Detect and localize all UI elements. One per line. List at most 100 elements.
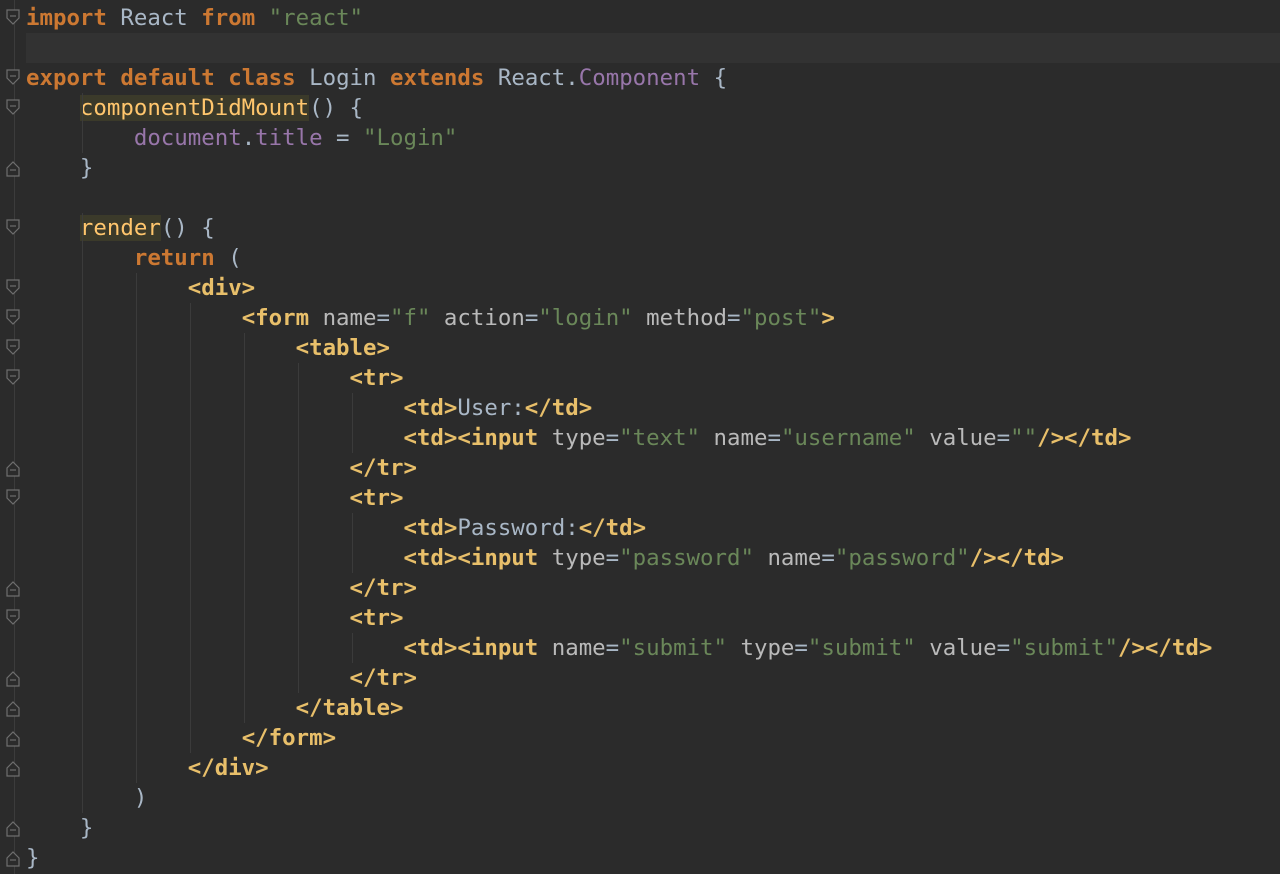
code-token: () {	[309, 95, 364, 121]
fold-end-icon[interactable]	[5, 158, 21, 178]
code-line[interactable]: <form name="f" action="login" method="po…	[26, 303, 1280, 333]
fold-start-icon[interactable]	[5, 278, 21, 298]
code-line[interactable]: }	[26, 843, 1280, 873]
fold-start-icon[interactable]	[5, 608, 21, 628]
fold-start-icon[interactable]	[5, 218, 21, 238]
code-token: () {	[160, 215, 215, 241]
code-token: class	[228, 65, 296, 91]
code-line[interactable]: <td>User:</td>	[26, 393, 1280, 423]
code-token: "login"	[538, 305, 633, 331]
code-token: name	[309, 305, 377, 331]
fold-start-icon[interactable]	[5, 8, 21, 28]
fold-start-icon[interactable]	[5, 68, 21, 88]
indent-guide	[81, 93, 83, 153]
editor-gutter	[0, 0, 24, 874]
code-line[interactable]: </table>	[26, 693, 1280, 723]
code-line[interactable]: )	[26, 783, 1280, 813]
code-line[interactable]: return (	[26, 243, 1280, 273]
code-line[interactable]: render() {	[26, 213, 1280, 243]
code-line[interactable]: <td><input name="submit" type="submit" v…	[26, 633, 1280, 663]
code-token: "submit"	[1010, 635, 1118, 661]
code-line[interactable]: export default class Login extends React…	[26, 63, 1280, 93]
code-line[interactable]: <td>Password:</td>	[26, 513, 1280, 543]
code-line[interactable]: </div>	[26, 753, 1280, 783]
code-token: <tr>	[349, 365, 404, 391]
code-line[interactable]: componentDidMount() {	[26, 93, 1280, 123]
code-line[interactable]: <div>	[26, 273, 1280, 303]
code-token: extends	[390, 65, 485, 91]
code-line[interactable]: <td><input type="text" name="username" v…	[26, 423, 1280, 453]
code-line[interactable]	[26, 33, 1280, 63]
code-line[interactable]: <tr>	[26, 363, 1280, 393]
indent-guide	[243, 333, 245, 723]
code-token: name	[753, 545, 822, 571]
code-token: }	[26, 815, 94, 841]
code-line[interactable]: </form>	[26, 723, 1280, 753]
code-token: React.	[484, 65, 579, 91]
code-token: "username"	[780, 425, 916, 451]
code-token: {	[700, 65, 728, 91]
code-line[interactable]: <tr>	[26, 603, 1280, 633]
fold-end-icon[interactable]	[5, 578, 21, 598]
code-token: <td><input	[403, 545, 539, 571]
code-token: React	[106, 5, 202, 31]
indent-guide	[351, 513, 353, 573]
code-token: /></td>	[969, 545, 1065, 571]
code-line[interactable]: }	[26, 813, 1280, 843]
code-token: "react"	[268, 5, 364, 31]
code-token: type	[538, 545, 606, 571]
code-token: =	[996, 635, 1011, 661]
code-token: method	[632, 305, 728, 331]
code-token: from	[201, 5, 256, 31]
fold-end-icon[interactable]	[5, 698, 21, 718]
code-token: =	[376, 305, 390, 331]
code-token: "post"	[740, 305, 822, 331]
code-token: =	[524, 305, 539, 331]
code-line[interactable]: }	[26, 153, 1280, 183]
code-token: =	[605, 635, 620, 661]
code-line[interactable]: <td><input type="password" name="passwor…	[26, 543, 1280, 573]
code-line[interactable]: import React from "react"	[26, 3, 1280, 33]
fold-end-icon[interactable]	[5, 728, 21, 748]
code-line[interactable]: </tr>	[26, 663, 1280, 693]
code-token: }	[26, 845, 40, 871]
code-token: Component	[578, 65, 701, 91]
fold-start-icon[interactable]	[5, 488, 21, 508]
fold-start-icon[interactable]	[5, 98, 21, 118]
code-token: name	[700, 425, 768, 451]
code-line[interactable]: </tr>	[26, 453, 1280, 483]
code-token: default	[120, 65, 215, 91]
code-area[interactable]: import React from "react" export default …	[26, 0, 1280, 873]
code-line[interactable]: <tr>	[26, 483, 1280, 513]
fold-end-icon[interactable]	[5, 668, 21, 688]
indent-guide	[135, 273, 137, 783]
fold-end-icon[interactable]	[5, 458, 21, 478]
code-token: name	[538, 635, 606, 661]
code-token: <div>	[187, 275, 256, 301]
code-token: return	[133, 245, 215, 271]
code-editor[interactable]: import React from "react" export default …	[0, 0, 1280, 874]
code-line[interactable]: document.title = "Login"	[26, 123, 1280, 153]
code-token: "Login"	[363, 125, 458, 151]
code-line[interactable]: </tr>	[26, 573, 1280, 603]
fold-start-icon[interactable]	[5, 308, 21, 328]
fold-end-icon[interactable]	[5, 758, 21, 778]
code-token: (	[214, 245, 242, 271]
code-line[interactable]	[26, 183, 1280, 213]
code-token: <table>	[295, 335, 390, 361]
fold-end-icon[interactable]	[5, 848, 21, 868]
fold-start-icon[interactable]	[5, 368, 21, 388]
fold-start-icon[interactable]	[5, 338, 21, 358]
code-token: /></td>	[1117, 635, 1213, 661]
code-line[interactable]: <table>	[26, 333, 1280, 363]
fold-end-icon[interactable]	[5, 818, 21, 838]
